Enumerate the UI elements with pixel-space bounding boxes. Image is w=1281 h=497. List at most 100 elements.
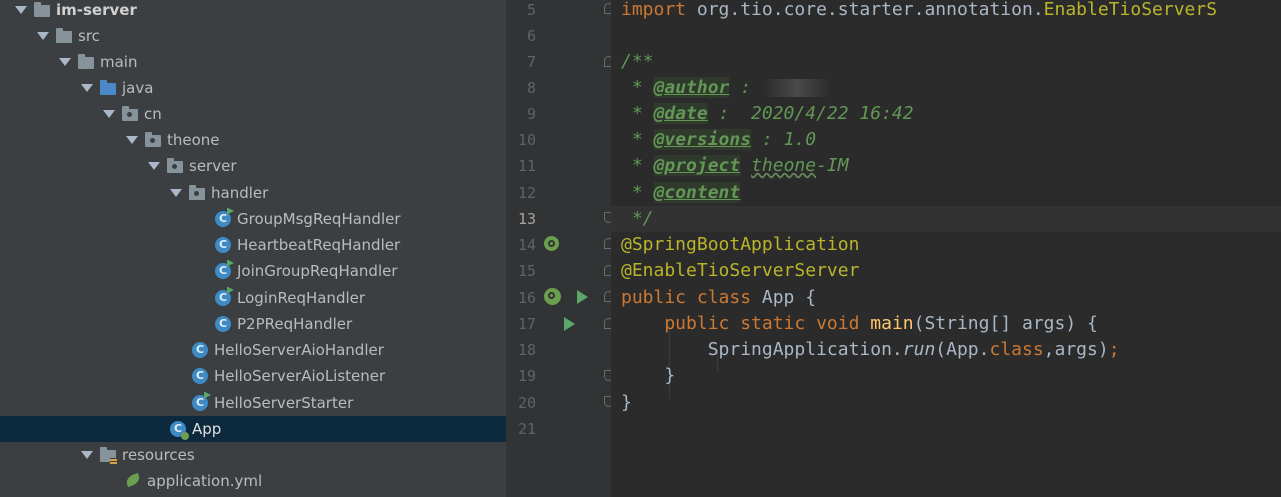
- tree-item-label: HelloServerAioListener: [214, 367, 386, 385]
- package-icon: [167, 157, 184, 175]
- current-line-highlight: [611, 206, 1281, 232]
- code-line-10: * @versions : 1.0: [621, 129, 817, 150]
- module-folder-icon: [34, 1, 51, 19]
- tree-item-label: cn: [144, 105, 162, 123]
- line-number: 21: [517, 420, 536, 438]
- tree-item-theone[interactable]: theone: [0, 127, 506, 153]
- line-number: 9: [526, 105, 536, 123]
- code-line-18: SpringApplication.run(App.class,args);: [621, 339, 1120, 360]
- tree-item-label: src: [78, 27, 100, 45]
- expand-arrow-icon[interactable]: [80, 448, 94, 462]
- tree-item-label: resources: [122, 446, 195, 464]
- tree-item-loginreqhandler[interactable]: C LoginReqHandler: [0, 285, 506, 311]
- tree-item-java[interactable]: java: [0, 75, 506, 101]
- tree-item-src[interactable]: src: [0, 23, 506, 49]
- line-number: 11: [517, 157, 536, 175]
- line-number: 17: [517, 315, 536, 333]
- tree-item-label: server: [189, 157, 237, 175]
- tree-item-joingroupreqhandler[interactable]: C JoinGroupReqHandler: [0, 258, 506, 284]
- line-number: 18: [517, 341, 536, 359]
- run-gutter-icon[interactable]: [577, 290, 588, 304]
- tree-item-label: application.yml: [147, 472, 263, 490]
- tree-item-label: handler: [211, 184, 269, 202]
- tree-item-label: GroupMsgReqHandler: [237, 210, 401, 228]
- expand-arrow-icon[interactable]: [102, 107, 116, 121]
- code-line-13: */: [621, 208, 654, 229]
- tree-item-app[interactable]: C App: [0, 416, 506, 442]
- spring-app-gutter-icon[interactable]: [544, 288, 561, 305]
- code-line-7: /**: [621, 51, 654, 72]
- runnable-class-icon: C: [192, 394, 209, 412]
- tree-item-handler[interactable]: handler: [0, 180, 506, 206]
- runnable-class-icon: C: [215, 210, 232, 228]
- redacted-author: [761, 79, 832, 97]
- line-number: 12: [517, 184, 536, 202]
- resources-folder-icon: [100, 446, 117, 464]
- tree-item-label: java: [122, 79, 154, 97]
- tree-item-label: HeartbeatReqHandler: [237, 236, 401, 254]
- editor-gutter: 5 6 7 8 9 10 11 12 13 14 15 16 17 18 19 …: [506, 0, 644, 497]
- tree-item-label: im-server: [56, 1, 137, 19]
- line-number-current: 13: [517, 210, 536, 228]
- tree-item-label: main: [100, 53, 138, 71]
- tree-item-application-yml[interactable]: application.yml: [0, 468, 506, 494]
- source-folder-icon: [100, 79, 117, 97]
- tree-item-main[interactable]: main: [0, 49, 506, 75]
- tree-item-server[interactable]: server: [0, 153, 506, 179]
- code-editor[interactable]: import org.tio.core.starter.annotation.E…: [611, 0, 1281, 497]
- package-icon: [189, 184, 206, 202]
- run-gutter-icon[interactable]: [564, 317, 575, 331]
- line-number: 20: [517, 394, 536, 412]
- tree-item-helloserveraiohandler[interactable]: C HelloServerAioHandler: [0, 337, 506, 363]
- expand-arrow-icon[interactable]: [58, 55, 72, 69]
- tree-item-cn[interactable]: cn: [0, 101, 506, 127]
- class-icon: C: [192, 367, 209, 385]
- spring-yml-icon: [125, 473, 142, 490]
- line-number: 8: [526, 79, 536, 97]
- tree-item-im-server[interactable]: im-server: [0, 0, 506, 23]
- line-number: 15: [517, 262, 536, 280]
- expand-arrow-icon[interactable]: [14, 3, 28, 17]
- code-line-9: * @date : 2020/4/22 16:42: [621, 103, 914, 124]
- code-line-20: }: [621, 392, 632, 413]
- code-line-11: * @project theone-IM: [621, 155, 849, 176]
- expand-arrow-icon[interactable]: [36, 29, 50, 43]
- package-icon: [145, 131, 162, 149]
- code-line-15: @EnableTioServerServer: [621, 260, 860, 281]
- line-number: 7: [526, 53, 536, 71]
- folder-icon: [78, 53, 95, 71]
- project-tree: im-server src main java cn theone server…: [0, 0, 506, 497]
- tree-item-heartbeatreqhandler[interactable]: C HeartbeatReqHandler: [0, 232, 506, 258]
- expand-arrow-icon[interactable]: [125, 133, 139, 147]
- folder-icon: [56, 27, 73, 45]
- tree-item-label: LoginReqHandler: [237, 289, 366, 307]
- line-number: 19: [517, 367, 536, 385]
- class-icon: C: [215, 236, 232, 254]
- tree-item-label: HelloServerStarter: [214, 394, 354, 412]
- code-line-19: }: [621, 365, 676, 386]
- tree-item-label: HelloServerAioHandler: [214, 341, 384, 359]
- line-number: 14: [517, 236, 536, 254]
- class-icon: C: [192, 341, 209, 359]
- line-number: 10: [517, 131, 536, 149]
- spring-bean-gutter-icon[interactable]: [544, 236, 559, 251]
- code-line-8: * @author :: [621, 75, 832, 101]
- tree-item-label: P2PReqHandler: [237, 315, 353, 333]
- tree-item-p2preqhandler[interactable]: C P2PReqHandler: [0, 311, 506, 337]
- line-number: 5: [526, 1, 536, 19]
- tree-item-helloserveraiolistener[interactable]: C HelloServerAioListener: [0, 363, 506, 389]
- tree-item-label: JoinGroupReqHandler: [237, 262, 398, 280]
- expand-arrow-icon[interactable]: [80, 81, 94, 95]
- code-line-16: public class App {: [621, 287, 817, 308]
- expand-arrow-icon[interactable]: [147, 159, 161, 173]
- code-line-17: public static void main(String[] args) {: [621, 313, 1098, 334]
- expand-arrow-icon[interactable]: [169, 186, 183, 200]
- code-line-5: import org.tio.core.starter.annotation.E…: [621, 0, 1218, 20]
- line-number: 6: [526, 27, 536, 45]
- tree-item-helloserverstarter[interactable]: C HelloServerStarter: [0, 390, 506, 416]
- tree-item-resources[interactable]: resources: [0, 442, 506, 468]
- code-line-14: @SpringBootApplication: [621, 234, 860, 255]
- package-icon: [122, 105, 139, 123]
- tree-item-groupmsgreqhandler[interactable]: C GroupMsgReqHandler: [0, 206, 506, 232]
- tree-item-label: App: [192, 420, 222, 438]
